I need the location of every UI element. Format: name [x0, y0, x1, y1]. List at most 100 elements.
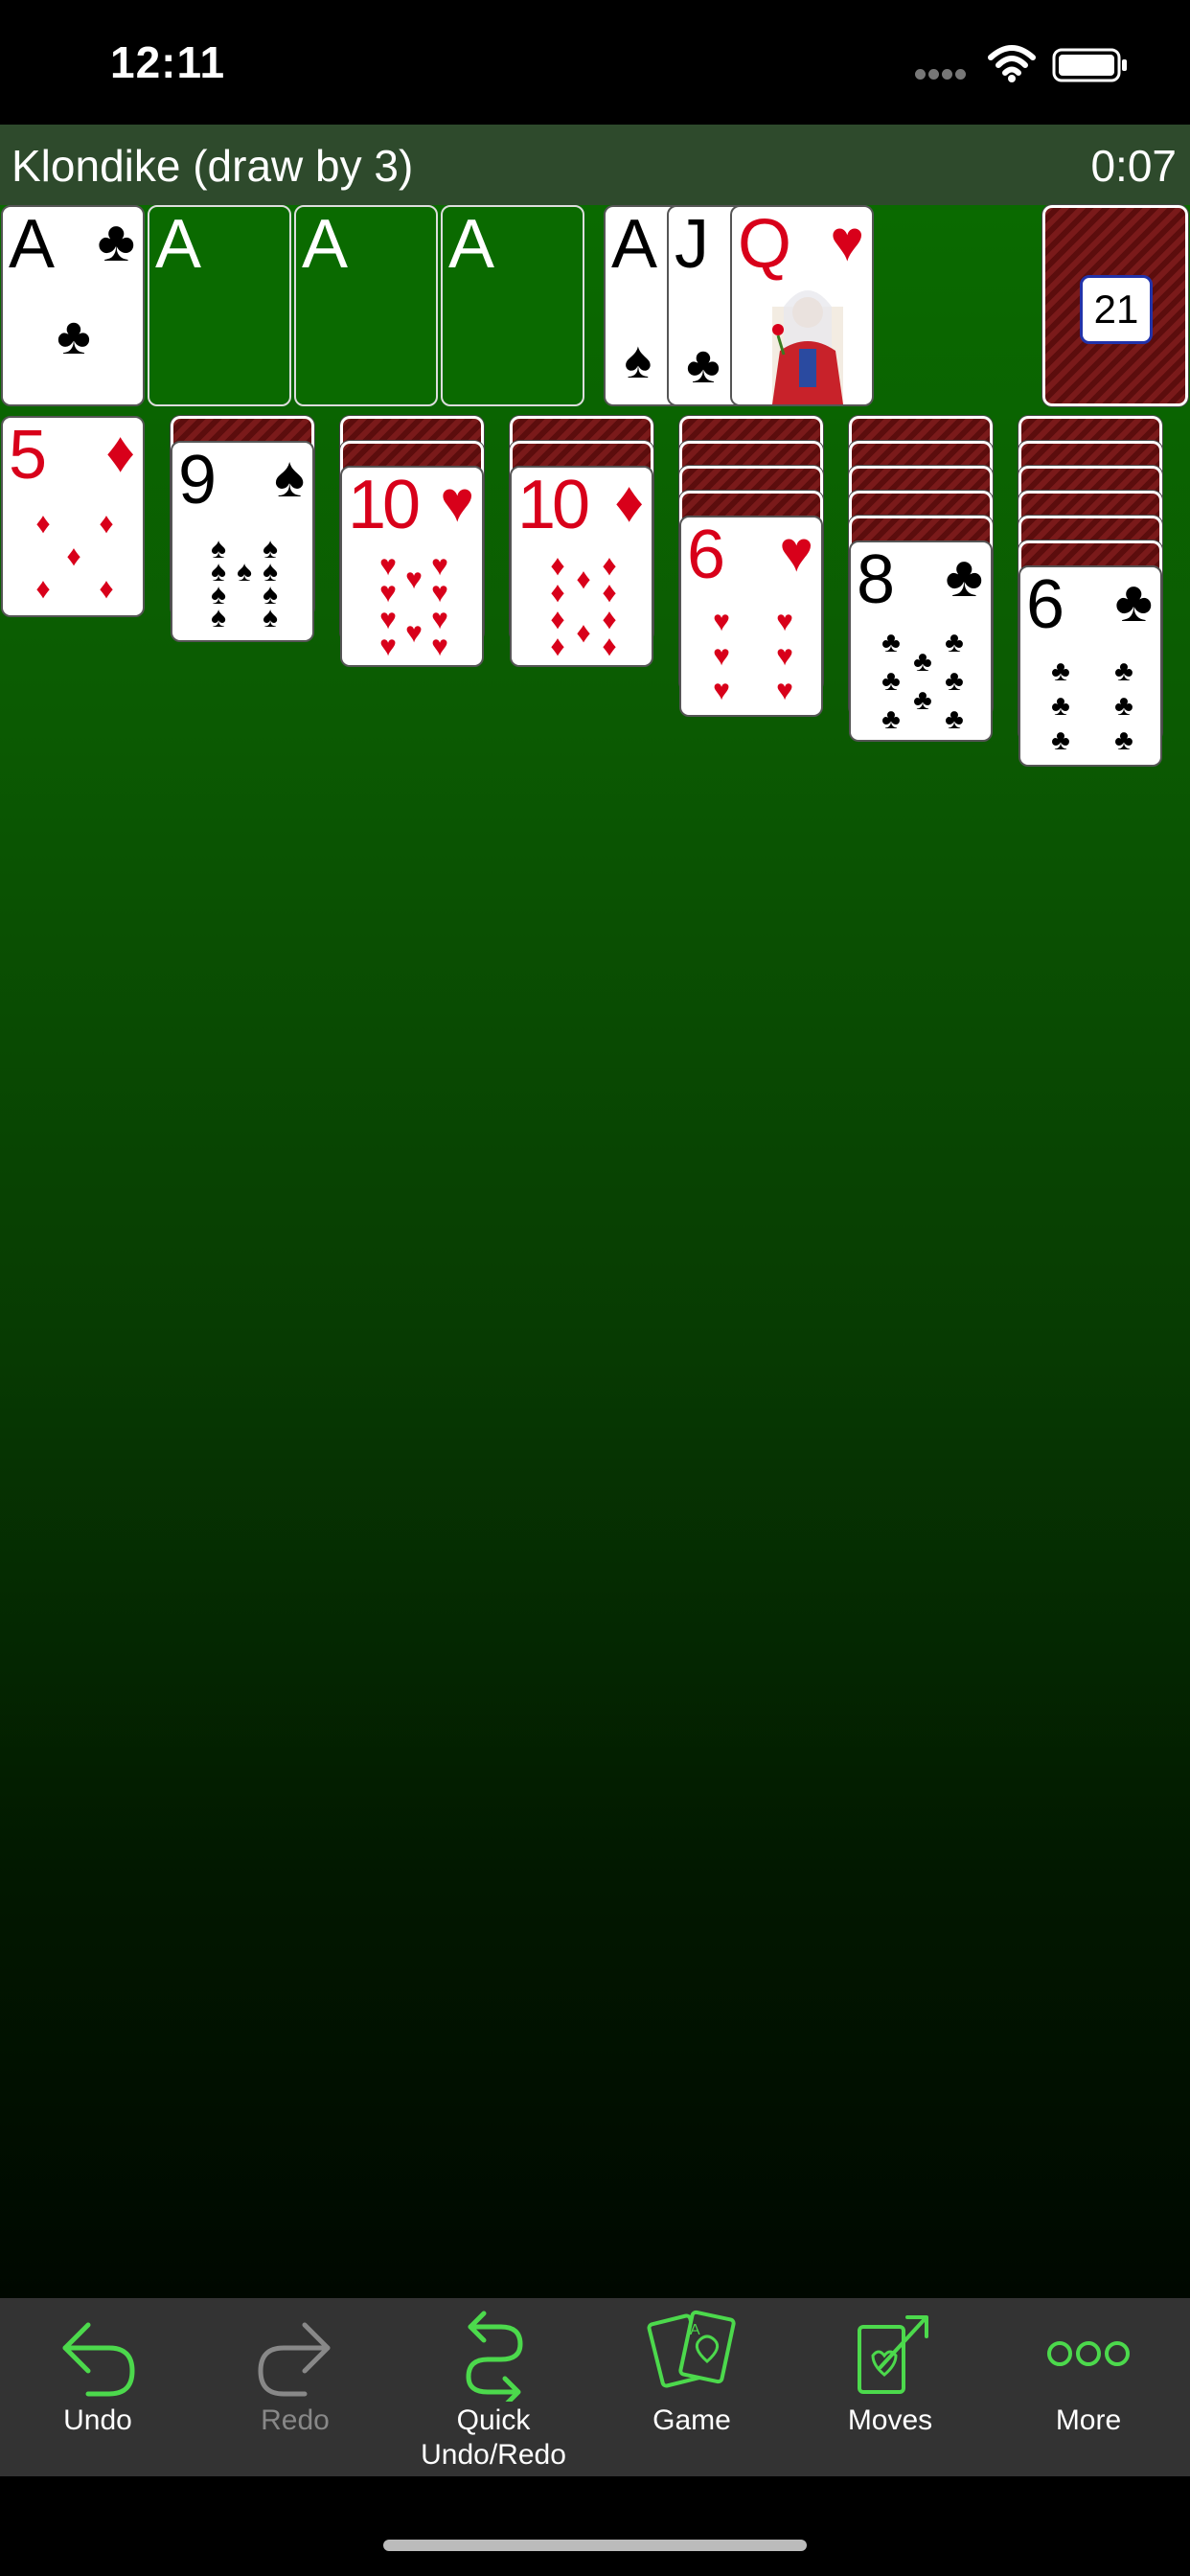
redo-label: Redo [261, 2404, 330, 2436]
svg-text:A: A [690, 2322, 700, 2338]
club-icon: ♣ [1114, 569, 1153, 633]
game-button[interactable]: A Game [596, 2298, 788, 2476]
diamond-icon: ♦ [576, 564, 591, 595]
diamond-icon: ♦ [35, 508, 51, 540]
diamond-icon: ♦ [66, 540, 81, 572]
card-rank: 5 [9, 417, 47, 494]
quick-label-line2: Undo/Redo [421, 2439, 566, 2471]
foundation-2[interactable]: A [148, 205, 291, 406]
foundation-3[interactable]: A [294, 205, 438, 406]
quick-undo-redo-label: Quick Undo/Redo [398, 2404, 589, 2472]
heart-icon: ♥ [713, 606, 730, 637]
more-ellipsis-icon [1047, 2341, 1130, 2366]
tableau-6-top-card[interactable]: 8 ♣ ♣ ♣ ♣ ♣ ♣ ♣ ♣ ♣ [849, 540, 993, 742]
club-icon: ♣ [881, 665, 901, 697]
bottom-toolbar: Undo Redo Quick Undo/Redo A Game Moves M… [0, 2298, 1190, 2476]
club-icon: ♣ [881, 703, 901, 735]
foundation-1[interactable]: A ♣ ♣ [1, 205, 145, 406]
card-rank: 10 [348, 467, 421, 543]
tableau-7-top-card[interactable]: 6 ♣ ♣ ♣ ♣ ♣ ♣ ♣ [1018, 565, 1162, 767]
game-label: Game [652, 2404, 731, 2436]
diamond-icon: ♦ [35, 573, 51, 605]
tableau-5-top-card[interactable]: 6 ♥ ♥ ♥ ♥ ♥ ♥ ♥ [679, 516, 823, 717]
tableau-4-top-card[interactable]: 10 ♦ ♦ ♦ ♦ ♦ ♦ ♦ ♦ ♦ ♦ ♦ [510, 466, 653, 667]
stock-count-badge: 21 [1080, 275, 1153, 344]
club-icon: ♣ [1051, 724, 1070, 756]
diamond-icon: ♦ [550, 631, 565, 662]
club-icon: ♣ [945, 544, 983, 609]
card-rank: J [675, 206, 709, 283]
card-rank: 6 [687, 517, 725, 593]
heart-icon: ♥ [776, 675, 793, 706]
foundation-4[interactable]: A [441, 205, 584, 406]
club-icon: ♣ [1114, 656, 1133, 687]
tableau-2-top-card[interactable]: 9 ♠ ♠ ♠ ♠ ♠ ♠ ♠ ♠ ♠ ♠ [171, 441, 314, 642]
club-icon: ♣ [686, 336, 721, 394]
moves-card-arrow-icon [858, 2315, 928, 2394]
club-icon: ♣ [913, 646, 932, 678]
heart-icon: ♥ [779, 519, 813, 584]
heart-icon: ♥ [379, 631, 397, 662]
diamond-icon: ♦ [99, 573, 114, 605]
undo-arrow-icon [62, 2322, 135, 2397]
undo-button[interactable]: Undo [2, 2298, 194, 2476]
game-title-bar: Klondike (draw by 3) 0:07 [0, 125, 1190, 205]
waste-card-top[interactable]: Q ♥ [730, 205, 874, 406]
tableau-3-top-card[interactable]: 10 ♥ ♥ ♥ ♥ ♥ ♥ ♥ ♥ ♥ ♥ ♥ [340, 466, 484, 667]
club-icon: ♣ [57, 308, 91, 365]
card-rank: 10 [517, 467, 590, 543]
heart-icon: ♥ [405, 564, 423, 595]
redo-arrow-icon [258, 2322, 331, 2397]
card-rank: Q [738, 206, 791, 283]
card-rank: 9 [178, 442, 217, 518]
status-bar: 12:11 [0, 0, 1190, 125]
club-icon: ♣ [945, 627, 964, 658]
quick-undo-redo-button[interactable]: Quick Undo/Redo [398, 2298, 589, 2476]
heart-icon: ♥ [776, 606, 793, 637]
spade-icon: ♠ [211, 602, 226, 633]
heart-icon: ♥ [440, 470, 474, 534]
redo-button[interactable]: Redo [199, 2298, 391, 2476]
undo-label: Undo [63, 2404, 132, 2436]
heart-icon: ♥ [713, 675, 730, 706]
foundation-placeholder-label: A [155, 206, 201, 283]
moves-button[interactable]: Moves [794, 2298, 986, 2476]
club-icon: ♣ [913, 684, 932, 716]
heart-icon: ♥ [431, 631, 448, 662]
queen-portrait-icon [772, 290, 843, 404]
heart-icon: ♥ [776, 640, 793, 672]
foundation-placeholder-label: A [302, 206, 348, 283]
diamond-icon: ♦ [99, 508, 114, 540]
heart-icon: ♥ [405, 617, 423, 649]
spade-icon: ♠ [237, 556, 252, 587]
diamond-icon: ♦ [614, 470, 644, 534]
quick-label-line1: Quick [456, 2404, 531, 2436]
spade-icon: ♠ [624, 332, 652, 389]
heart-icon: ♥ [713, 640, 730, 672]
card-rank: 8 [857, 541, 895, 618]
diamond-icon: ♦ [602, 631, 617, 662]
club-icon: ♣ [1114, 690, 1133, 722]
card-table: A ♣ ♣ A A A A ♠ J ♣ Q ♥ 21 5 ♦ ♦ ♦ ♦ ♦ ♦… [0, 204, 1190, 2298]
game-title: Klondike (draw by 3) [11, 141, 414, 191]
heart-icon: ♥ [830, 209, 864, 273]
club-icon: ♣ [1051, 690, 1070, 722]
stock-pile[interactable]: 21 [1041, 204, 1189, 407]
moves-label: Moves [847, 2404, 933, 2436]
card-rank: A [611, 206, 657, 283]
quick-undo-redo-icon [466, 2311, 523, 2402]
card-rank: A [9, 206, 55, 283]
card-rank: 6 [1026, 566, 1064, 643]
club-icon: ♣ [945, 665, 964, 697]
more-label: More [1055, 2404, 1122, 2436]
spade-icon: ♠ [274, 445, 305, 509]
more-button[interactable]: More [993, 2298, 1184, 2476]
tableau-1-top-card[interactable]: 5 ♦ ♦ ♦ ♦ ♦ ♦ [1, 416, 145, 617]
club-icon: ♣ [97, 209, 135, 273]
game-cards-icon: A [647, 2310, 736, 2388]
wifi-icon [988, 45, 1036, 82]
spade-icon: ♠ [263, 602, 278, 633]
club-icon: ♣ [1051, 656, 1070, 687]
home-indicator[interactable] [383, 2540, 807, 2551]
cellular-signal-icon [915, 67, 969, 84]
